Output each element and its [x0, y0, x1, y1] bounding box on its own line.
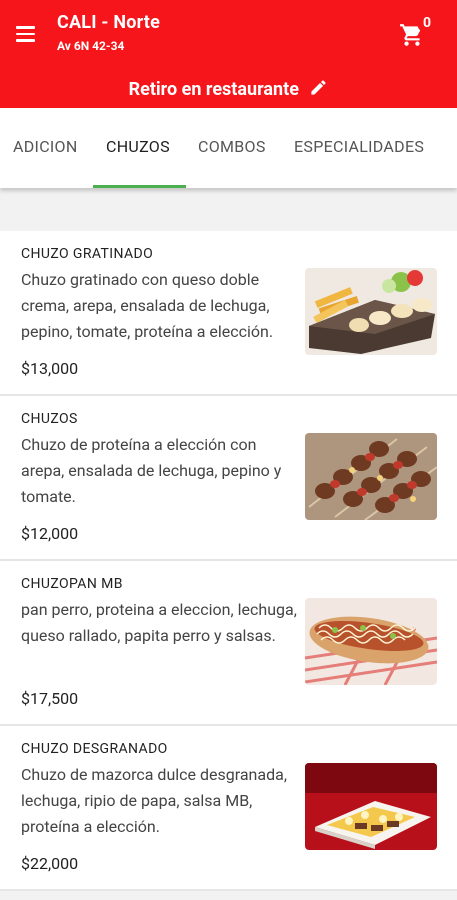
product-image	[305, 433, 437, 520]
pickup-mode-button[interactable]: Retiro en restaurante	[0, 78, 457, 102]
hamburger-menu-icon[interactable]	[14, 24, 38, 44]
product-card[interactable]: CHUZOPAN MB pan perro, proteina a elecci…	[0, 561, 457, 726]
active-tab-indicator	[93, 185, 186, 188]
product-description: Chuzo gratinado con queso doble crema, a…	[21, 270, 274, 341]
product-card[interactable]: CHUZO DESGRANADO Chuzo de mazorca dulce …	[0, 726, 457, 891]
product-list: CHUZO GRATINADO Chuzo gratinado con ques…	[0, 231, 457, 891]
store-address: Av 6N 42-34	[57, 39, 125, 53]
product-price: $12,000	[21, 524, 79, 543]
product-price: $17,500	[21, 689, 79, 708]
app-header: CALI - Norte Av 6N 42-34 0 Retiro en res…	[0, 0, 457, 108]
product-name: CHUZO DESGRANADO	[21, 741, 168, 757]
product-name: CHUZOS	[21, 411, 78, 427]
product-price: $13,000	[21, 359, 79, 378]
product-image	[305, 763, 437, 850]
product-image	[305, 268, 437, 355]
product-image	[305, 598, 437, 685]
product-price: $22,000	[21, 854, 79, 873]
tab-combos[interactable]: COMBOS	[198, 137, 266, 156]
product-name: CHUZOPAN MB	[21, 576, 123, 592]
product-description: pan perro, proteina a eleccion, lechuga,…	[21, 600, 297, 645]
product-name: CHUZO GRATINADO	[21, 246, 154, 262]
product-description: Chuzo de mazorca dulce desgranada, lechu…	[21, 765, 287, 836]
product-card[interactable]: CHUZO GRATINADO Chuzo gratinado con ques…	[0, 231, 457, 396]
cart-count-badge: 0	[417, 13, 437, 33]
pencil-icon	[309, 78, 328, 102]
product-description: Chuzo de proteína a elección con arepa, …	[21, 435, 282, 506]
tab-chuzos[interactable]: CHUZOS	[106, 137, 170, 156]
pickup-label: Retiro en restaurante	[128, 79, 299, 100]
store-title[interactable]: CALI - Norte	[57, 12, 160, 33]
product-card[interactable]: CHUZOS Chuzo de proteína a elección con …	[0, 396, 457, 561]
tab-adicion[interactable]: ADICION	[13, 137, 78, 156]
category-tabs: ADICION CHUZOS COMBOS ESPECIALIDADES	[0, 108, 457, 188]
tab-especialidades[interactable]: ESPECIALIDADES	[294, 137, 424, 156]
